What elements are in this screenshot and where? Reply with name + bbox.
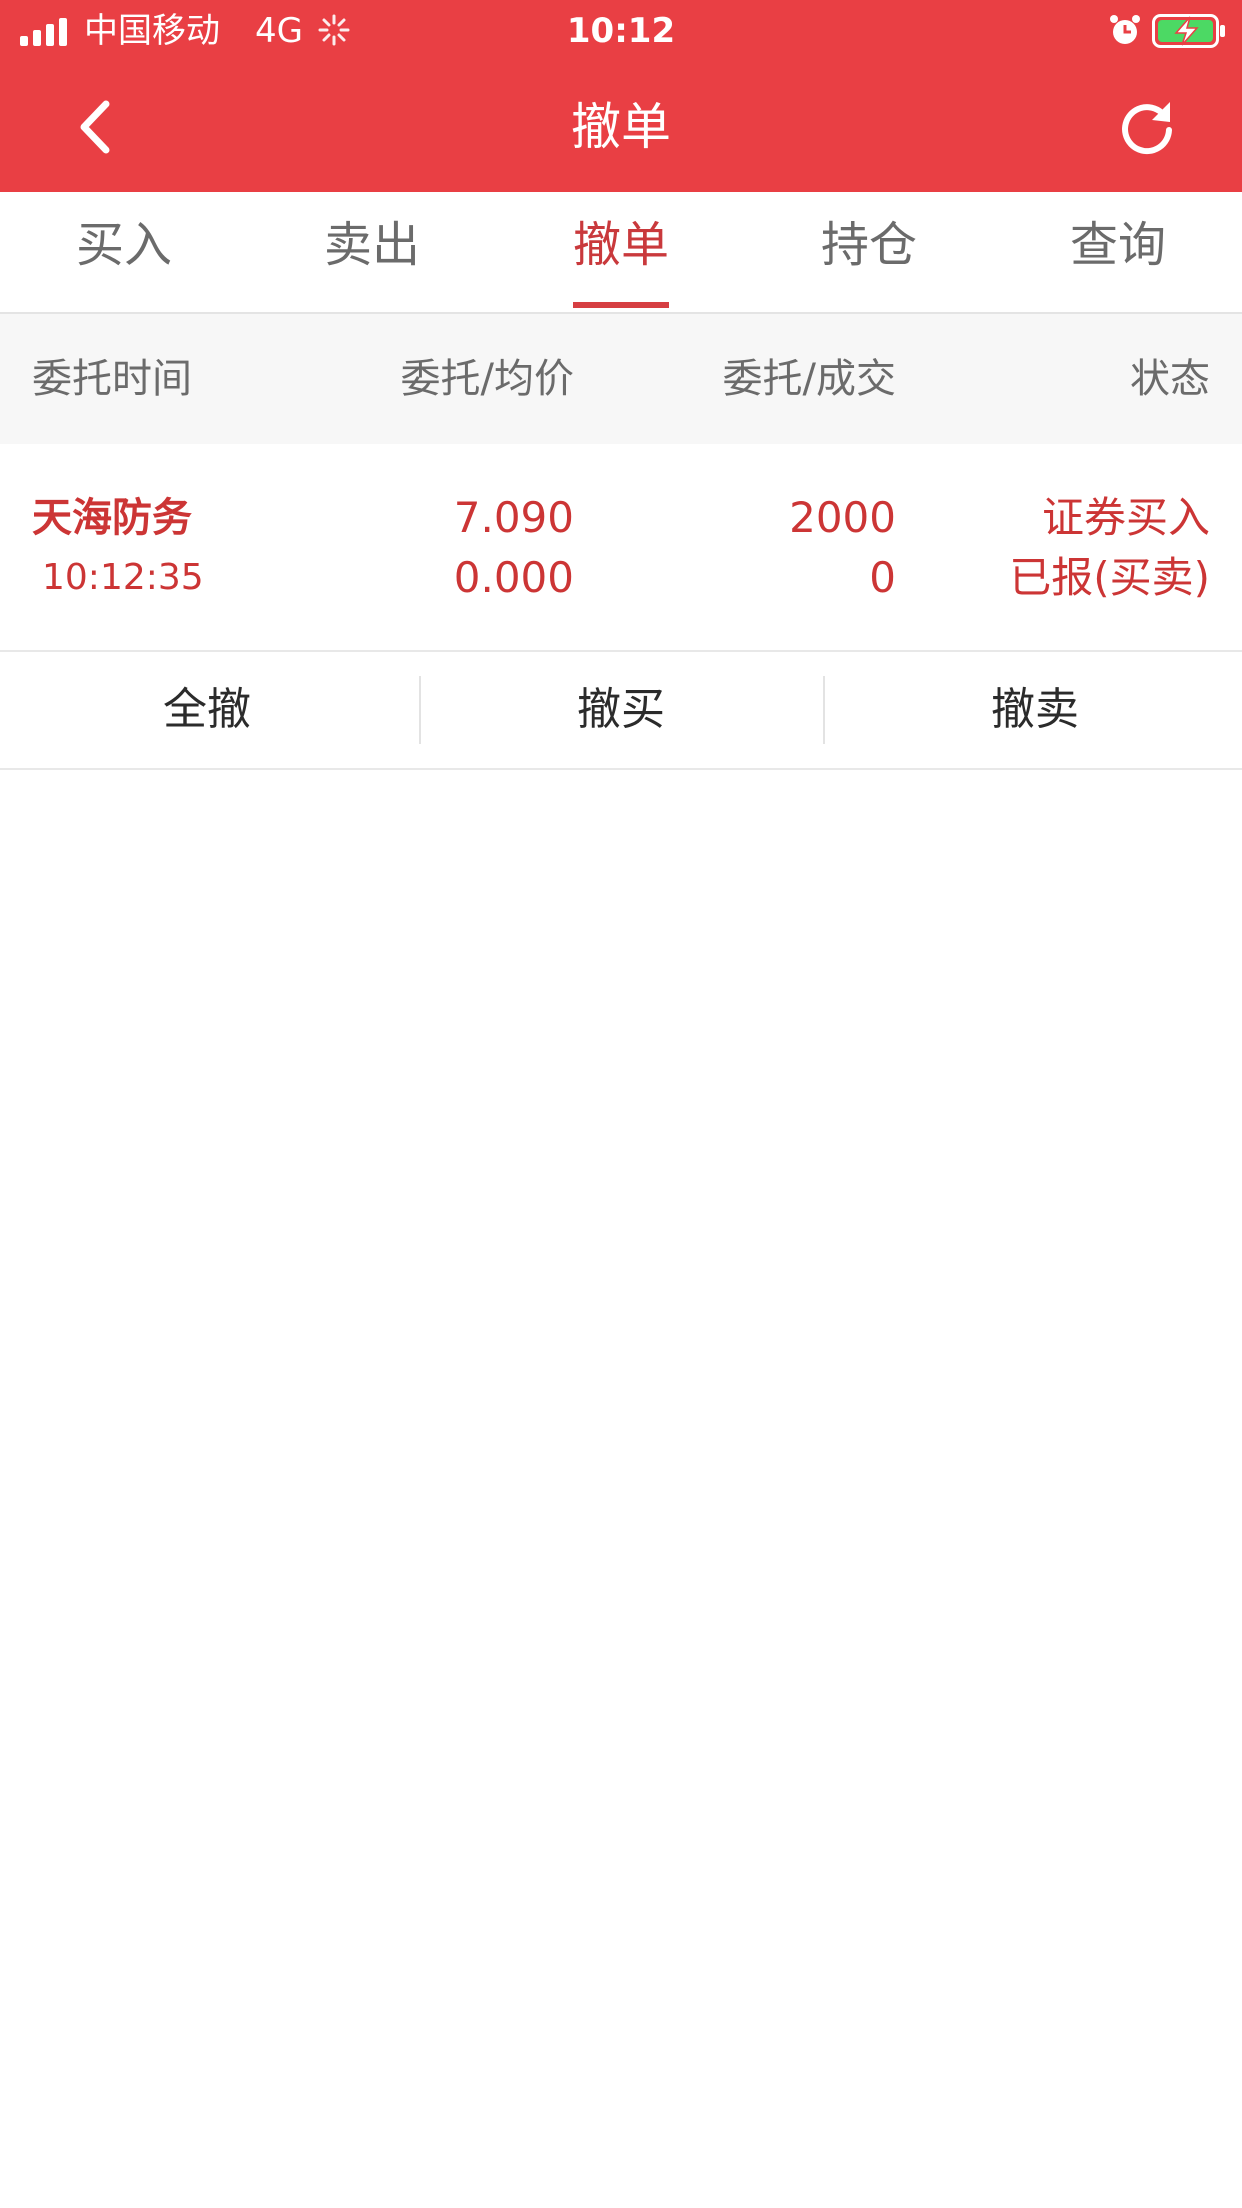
tab-buy[interactable]: 买入 [0, 192, 248, 312]
tab-cancel-order[interactable]: 撤单 [497, 192, 745, 312]
cancel-actions-bar: 全撤 撤买 撤卖 [0, 652, 1242, 770]
page-title: 撤单 [571, 98, 671, 156]
divider [823, 676, 825, 744]
battery-charging-icon [1152, 14, 1225, 48]
order-type: 证券买入 [1041, 493, 1210, 542]
cancel-all-button[interactable]: 全撤 [0, 652, 414, 768]
refresh-icon[interactable] [1114, 94, 1180, 160]
column-header-time: 委托时间 [32, 356, 192, 402]
tab-positions[interactable]: 持仓 [745, 192, 993, 312]
cancel-buy-button[interactable]: 撤买 [414, 652, 828, 768]
average-price: 0.000 [453, 553, 574, 602]
app-header: 中国移动 4G 10:12 撤单 [0, 0, 1242, 192]
clock-time: 10:12 [566, 11, 676, 51]
column-header-price: 委托/均价 [400, 356, 574, 402]
table-row[interactable]: 天海防务 10:12:35 7.090 0.000 2000 0 证券买入 已报… [0, 444, 1242, 652]
table-header: 委托时间 委托/均价 委托/成交 状态 [0, 314, 1242, 444]
order-time: 10:12:35 [42, 557, 204, 598]
order-price: 7.090 [453, 493, 574, 542]
filled-quantity: 0 [869, 553, 896, 602]
active-tab-indicator [573, 302, 669, 308]
column-header-status: 状态 [1130, 356, 1210, 402]
trade-tabs: 买入 卖出 撤单 持仓 查询 [0, 192, 1242, 314]
stock-name: 天海防务 [32, 495, 192, 541]
cancel-sell-button[interactable]: 撤卖 [828, 652, 1242, 768]
order-status: 已报(买卖) [1009, 553, 1210, 602]
order-quantity: 2000 [789, 493, 896, 542]
tab-sell[interactable]: 卖出 [248, 192, 496, 312]
status-bar: 中国移动 4G 10:12 [0, 0, 1242, 62]
alarm-clock-icon [1110, 15, 1140, 44]
column-header-quantity: 委托/成交 [722, 356, 896, 402]
tab-query[interactable]: 查询 [994, 192, 1242, 312]
